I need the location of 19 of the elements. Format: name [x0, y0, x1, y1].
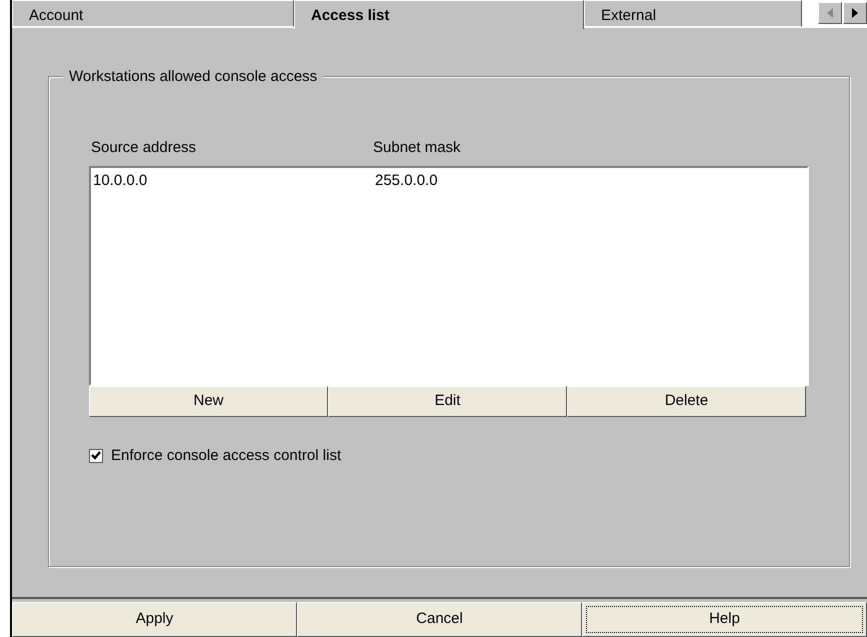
- dialog-button[interactable]: Cancel: [297, 602, 582, 637]
- action-button[interactable]: New: [89, 386, 328, 416]
- checkbox[interactable]: [89, 448, 103, 463]
- list-cell: 255.0.0.0: [375, 172, 438, 188]
- left-arrow-icon: [827, 8, 833, 18]
- tab[interactable]: Access list: [294, 0, 584, 29]
- checkbox-label: Enforce console access control list: [111, 446, 342, 466]
- column-header[interactable]: Subnet mask: [373, 139, 461, 156]
- scroll-right-button[interactable]: [843, 2, 867, 24]
- right-arrow-icon: [852, 8, 858, 18]
- dialog-button[interactable]: Apply: [12, 602, 297, 637]
- action-button[interactable]: Delete: [567, 386, 806, 416]
- tab[interactable]: Account: [12, 0, 294, 27]
- action-button[interactable]: Edit: [328, 386, 567, 416]
- address-list[interactable]: 10.0.0.0 255.0.0.0: [89, 166, 809, 386]
- list-cell: 10.0.0.0: [93, 172, 148, 188]
- tab[interactable]: External: [584, 0, 802, 27]
- dialog-button[interactable]: Help: [582, 602, 867, 637]
- column-header[interactable]: Source address: [91, 139, 196, 156]
